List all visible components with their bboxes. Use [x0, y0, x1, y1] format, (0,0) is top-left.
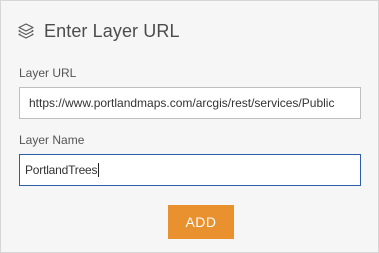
layers-icon — [17, 22, 35, 40]
layer-url-input[interactable]: https://www.portlandmaps.com/arcgis/rest… — [19, 87, 361, 119]
layer-url-value: https://www.portlandmaps.com/arcgis/rest… — [29, 96, 335, 110]
page-title: Enter Layer URL — [44, 20, 180, 41]
layer-name-value: PortlandTrees — [25, 163, 98, 177]
panel-header: Enter Layer URL — [17, 19, 180, 43]
enter-layer-url-panel: Enter Layer URL Layer URL https://www.po… — [0, 0, 379, 253]
layer-url-label: Layer URL — [19, 66, 77, 80]
layer-name-label: Layer Name — [19, 133, 85, 147]
add-button[interactable]: ADD — [168, 205, 234, 239]
text-cursor — [98, 162, 100, 177]
layer-name-input[interactable]: PortlandTrees — [19, 154, 361, 186]
